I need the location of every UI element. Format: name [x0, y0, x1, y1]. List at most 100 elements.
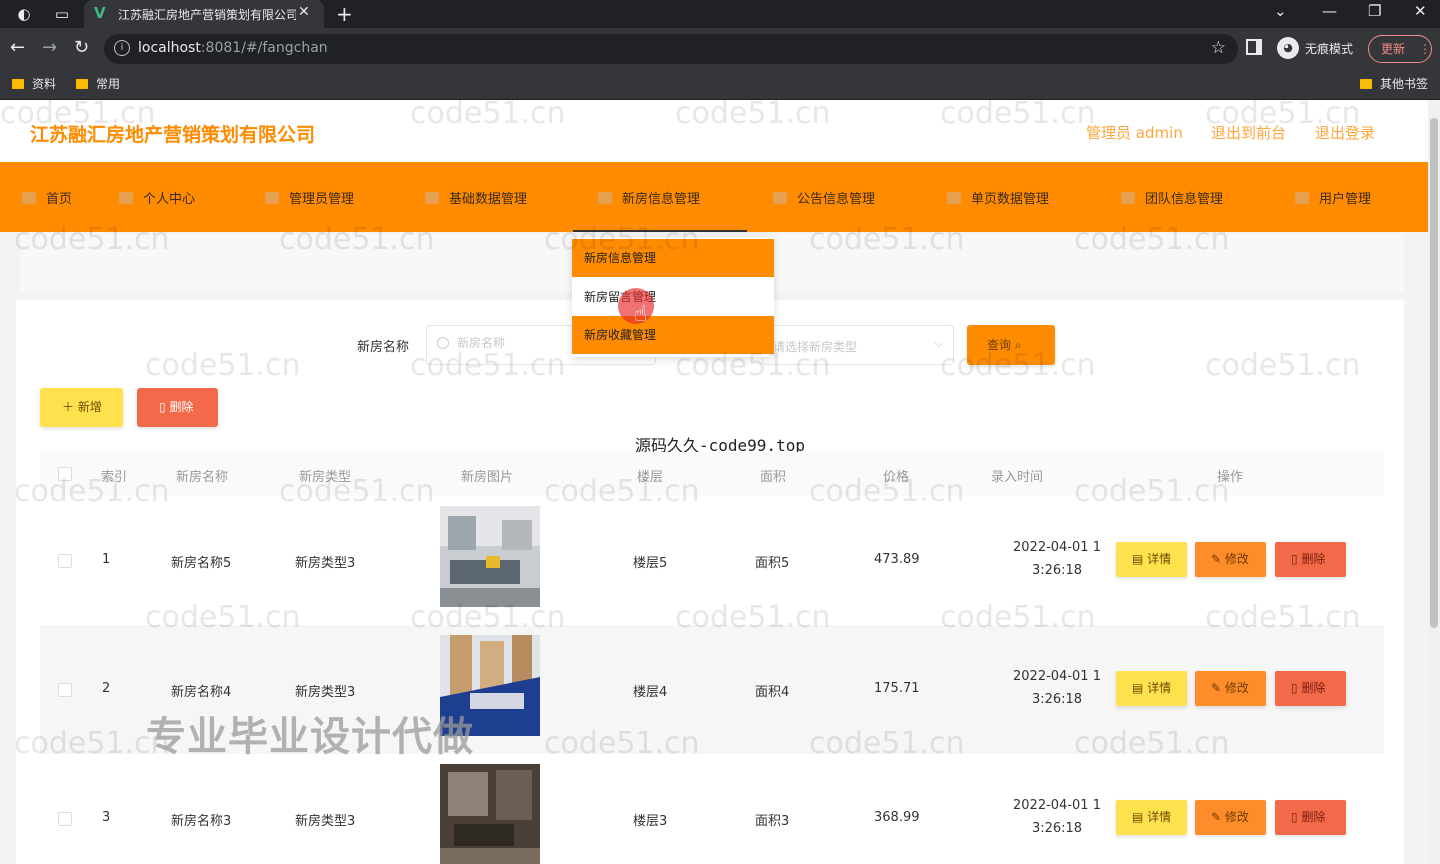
new-tab-icon[interactable]: +: [336, 2, 353, 26]
browser-tabbar: ◐ ▭ V 江苏融汇房地产营销策划有限公司 ✕ + ⌄ — ❐ ✕: [0, 0, 1440, 28]
tab-list-icon[interactable]: ⌄: [1274, 2, 1287, 20]
cell-floor: 楼层3: [633, 814, 668, 829]
forward-icon[interactable]: →: [42, 37, 57, 58]
cell-time: 2022-04-01 1 3:26:18: [1013, 669, 1101, 707]
maximize-icon[interactable]: ❐: [1368, 2, 1381, 20]
cell-name: 新房名称4: [171, 685, 232, 700]
cell-floor: 楼层4: [633, 685, 668, 700]
delete-button[interactable]: ▯ 删除: [1275, 542, 1346, 577]
nav-item-home[interactable]: 首页: [22, 188, 72, 208]
nav-item-new-house[interactable]: 新房信息管理: [598, 188, 700, 208]
reload-icon[interactable]: ↻: [74, 37, 89, 58]
other-bookmarks[interactable]: 其他书签: [1360, 75, 1428, 92]
chevron-down-icon: ⌵: [934, 337, 943, 350]
tab-title: 江苏融汇房地产营销策划有限公司: [118, 8, 296, 22]
edit-button[interactable]: ✎ 修改: [1195, 800, 1266, 835]
scrollbar-thumb[interactable]: [1430, 118, 1438, 628]
address-bar[interactable]: i localhost:8081/#/fangchan ☆: [104, 34, 1238, 64]
nav-item-base-data[interactable]: 基础数据管理: [425, 188, 527, 208]
cell-floor: 楼层5: [633, 556, 668, 571]
edit-icon: ✎: [1211, 810, 1222, 824]
tab-search-icon[interactable]: ▭: [52, 4, 72, 24]
cell-type: 新房类型3: [295, 685, 356, 700]
nav-item-profile[interactable]: 个人中心: [119, 188, 195, 208]
house-type-select[interactable]: 请选择新房类型 ⌵: [762, 325, 954, 365]
folder-icon: [76, 79, 88, 89]
cell-time: 2022-04-01 1 3:26:18: [1013, 798, 1101, 836]
nav-item-team[interactable]: 团队信息管理: [1121, 188, 1223, 208]
notice-icon: [773, 192, 787, 204]
admin-icon: [265, 192, 279, 204]
detail-button[interactable]: ▤ 详情: [1116, 542, 1187, 577]
dropdown-item-house-info[interactable]: 新房信息管理: [572, 239, 774, 277]
th-type: 新房类型: [299, 470, 352, 485]
tab-close-icon[interactable]: ✕: [298, 4, 310, 20]
back-icon[interactable]: ←: [10, 37, 25, 58]
admin-label: 管理员 admin: [1086, 124, 1183, 142]
exit-to-frontend-link[interactable]: 退出到前台: [1211, 122, 1286, 143]
nav-item-notices[interactable]: 公告信息管理: [773, 188, 875, 208]
bookmark-star-icon[interactable]: ☆: [1211, 38, 1226, 58]
web-page: 江苏融汇房地产营销策划有限公司 管理员 admin 退出到前台 退出登录 首页 …: [0, 100, 1428, 864]
edit-button[interactable]: ✎ 修改: [1195, 542, 1266, 577]
nav-item-users[interactable]: 用户管理: [1295, 188, 1371, 208]
page-scrollbar[interactable]: [1428, 100, 1440, 864]
search-icon: ⌕: [1014, 338, 1022, 352]
trash-icon: ▯: [159, 400, 166, 414]
cell-area: 面积3: [755, 814, 790, 829]
main-nav: 首页 个人中心 管理员管理 基础数据管理 新房信息管理 公告信息管理 单页数据管…: [0, 162, 1428, 232]
cell-price: 368.99: [874, 810, 920, 825]
home-icon: [22, 192, 36, 204]
pointer-hand-icon: ☝: [634, 302, 648, 327]
folder-icon: [1360, 79, 1372, 89]
cell-name: 新房名称5: [171, 556, 232, 571]
table-header: 索引 新房名称 新房类型 新房图片 楼层 面积 价格 录入时间 操作: [40, 452, 1384, 496]
house-image: [440, 506, 540, 607]
delete-button[interactable]: ▯ 删除: [1275, 671, 1346, 706]
edit-icon: ✎: [1211, 552, 1222, 566]
logout-link[interactable]: 退出登录: [1315, 122, 1375, 143]
detail-button[interactable]: ▤ 详情: [1116, 800, 1187, 835]
row-checkbox[interactable]: [58, 812, 72, 826]
cell-type: 新房类型3: [295, 814, 356, 829]
delete-button[interactable]: ▯ 删除: [1275, 800, 1346, 835]
plus-icon: ＋: [62, 400, 75, 414]
data-icon: [425, 192, 439, 204]
th-time: 录入时间: [991, 470, 1044, 485]
batch-delete-button[interactable]: ▯ 删除: [137, 388, 218, 427]
trash-icon: ▯: [1291, 681, 1298, 695]
query-button[interactable]: 查询 ⌕: [967, 325, 1055, 365]
bookmark-folder-ziliao[interactable]: 资料: [12, 75, 56, 92]
house-type-placeholder: 请选择新房类型: [773, 340, 858, 354]
add-button[interactable]: ＋ 新增: [40, 388, 123, 427]
more-menu-icon: ⋮: [1419, 42, 1431, 56]
site-info-icon[interactable]: i: [114, 40, 130, 56]
th-name: 新房名称: [176, 470, 229, 485]
dropdown-item-house-favorites[interactable]: 新房收藏管理: [572, 316, 774, 354]
row-checkbox[interactable]: [58, 554, 72, 568]
incognito-icon[interactable]: ◕: [1277, 37, 1299, 59]
edit-button[interactable]: ✎ 修改: [1195, 671, 1266, 706]
row-checkbox[interactable]: [58, 683, 72, 697]
minimize-icon[interactable]: —: [1322, 2, 1337, 20]
cell-index: 3: [102, 810, 111, 825]
edit-icon: ✎: [1211, 681, 1222, 695]
incognito-label: 无痕模式: [1305, 42, 1354, 56]
nav-item-pages[interactable]: 单页数据管理: [947, 188, 1049, 208]
bookmark-folder-changyong[interactable]: 常用: [76, 75, 120, 92]
user-icon: [119, 192, 133, 204]
trash-icon: ▯: [1291, 810, 1298, 824]
select-all-checkbox[interactable]: [58, 467, 72, 481]
browser-menu-icon[interactable]: ◐: [14, 4, 34, 24]
detail-button[interactable]: ▤ 详情: [1116, 671, 1187, 706]
team-icon: [1121, 192, 1135, 204]
dropdown-item-house-messages[interactable]: 新房留言管理: [572, 278, 774, 316]
document-icon: ▤: [1132, 552, 1144, 566]
browser-tab-active[interactable]: V 江苏融汇房地产营销策划有限公司 ✕: [84, 0, 324, 28]
side-panel-icon[interactable]: [1246, 39, 1262, 55]
window-close-icon[interactable]: ✕: [1414, 2, 1427, 20]
cell-name: 新房名称3: [171, 814, 232, 829]
page-icon: [947, 192, 961, 204]
nav-item-admins[interactable]: 管理员管理: [265, 188, 354, 208]
update-button[interactable]: 更新 ⋮: [1368, 35, 1432, 63]
